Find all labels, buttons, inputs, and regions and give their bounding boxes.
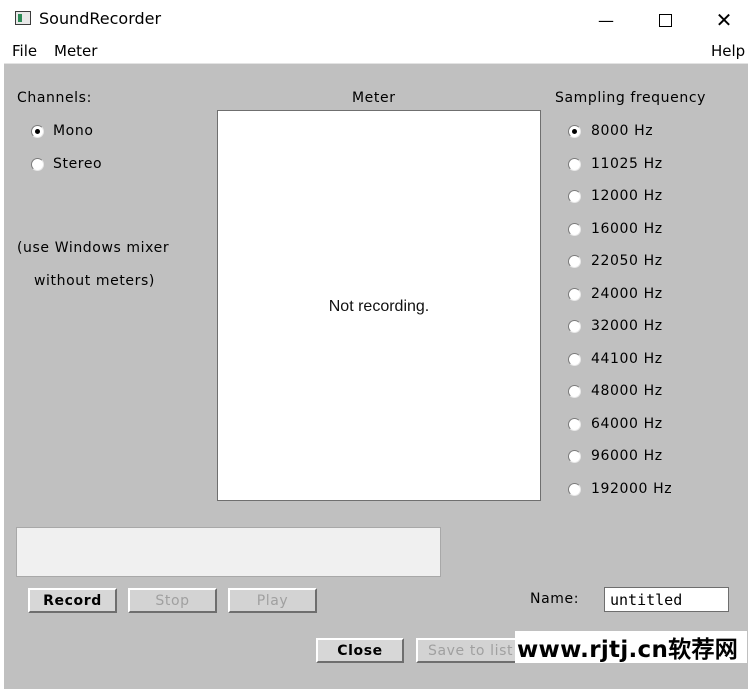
close-button[interactable]: Close: [316, 638, 404, 663]
radio-11025[interactable]: [568, 158, 581, 171]
radio-8000[interactable]: [568, 125, 581, 138]
radio-8000-label[interactable]: 8000 Hz: [591, 123, 653, 139]
radio-64000-label[interactable]: 64000 Hz: [591, 416, 663, 432]
radio-32000-label[interactable]: 32000 Hz: [591, 318, 663, 334]
meter-status: Not recording.: [328, 298, 430, 315]
watermark-text: www.rjtj.cn软荐网: [517, 637, 739, 663]
radio-22050[interactable]: [568, 255, 581, 268]
radio-24000-label[interactable]: 24000 Hz: [591, 286, 663, 302]
sound-recorder-window: SoundRecorder — ✕ File Meter Help Channe…: [0, 0, 752, 691]
app-icon: [15, 11, 31, 25]
radio-mono[interactable]: [31, 125, 44, 138]
radio-192000[interactable]: [568, 483, 581, 496]
mixer-note-line1: (use Windows mixer: [17, 240, 170, 256]
name-label: Name:: [530, 591, 580, 607]
status-box: [16, 527, 441, 577]
radio-mono-label[interactable]: Mono: [53, 123, 93, 139]
radio-44100-label[interactable]: 44100 Hz: [591, 351, 663, 367]
close-window-button[interactable]: ✕: [701, 6, 747, 34]
window-title: SoundRecorder: [39, 9, 162, 28]
stop-button[interactable]: Stop: [128, 588, 217, 613]
radio-12000-label[interactable]: 12000 Hz: [591, 188, 663, 204]
radio-24000[interactable]: [568, 288, 581, 301]
menu-file[interactable]: File: [12, 42, 37, 60]
mixer-note-line2: without meters): [34, 273, 155, 289]
play-button[interactable]: Play: [228, 588, 317, 613]
radio-stereo[interactable]: [31, 158, 44, 171]
radio-16000[interactable]: [568, 223, 581, 236]
radio-12000[interactable]: [568, 190, 581, 203]
radio-32000[interactable]: [568, 320, 581, 333]
radio-11025-label[interactable]: 11025 Hz: [591, 156, 663, 172]
minimize-icon: —: [598, 10, 614, 30]
meter-panel: Not recording.: [217, 110, 541, 501]
radio-192000-label[interactable]: 192000 Hz: [591, 481, 672, 497]
radio-64000[interactable]: [568, 418, 581, 431]
close-icon: ✕: [715, 8, 733, 32]
radio-22050-label[interactable]: 22050 Hz: [591, 253, 663, 269]
name-input[interactable]: [604, 587, 729, 612]
radio-16000-label[interactable]: 16000 Hz: [591, 221, 663, 237]
maximize-icon: [658, 13, 672, 27]
radio-44100[interactable]: [568, 353, 581, 366]
menu-help[interactable]: Help: [711, 42, 745, 60]
radio-stereo-label[interactable]: Stereo: [53, 156, 102, 172]
title-bar[interactable]: SoundRecorder — ✕: [0, 0, 752, 38]
sampling-frequency-heading: Sampling frequency: [555, 90, 706, 106]
radio-48000-label[interactable]: 48000 Hz: [591, 383, 663, 399]
menu-meter[interactable]: Meter: [54, 42, 97, 60]
channels-heading: Channels:: [17, 90, 92, 106]
menu-bar: File Meter Help: [0, 38, 752, 62]
radio-96000[interactable]: [568, 450, 581, 463]
record-button[interactable]: Record: [28, 588, 117, 613]
radio-96000-label[interactable]: 96000 Hz: [591, 448, 663, 464]
minimize-button[interactable]: —: [583, 6, 629, 34]
meter-heading: Meter: [352, 90, 396, 106]
radio-48000[interactable]: [568, 385, 581, 398]
maximize-button[interactable]: [642, 6, 688, 34]
